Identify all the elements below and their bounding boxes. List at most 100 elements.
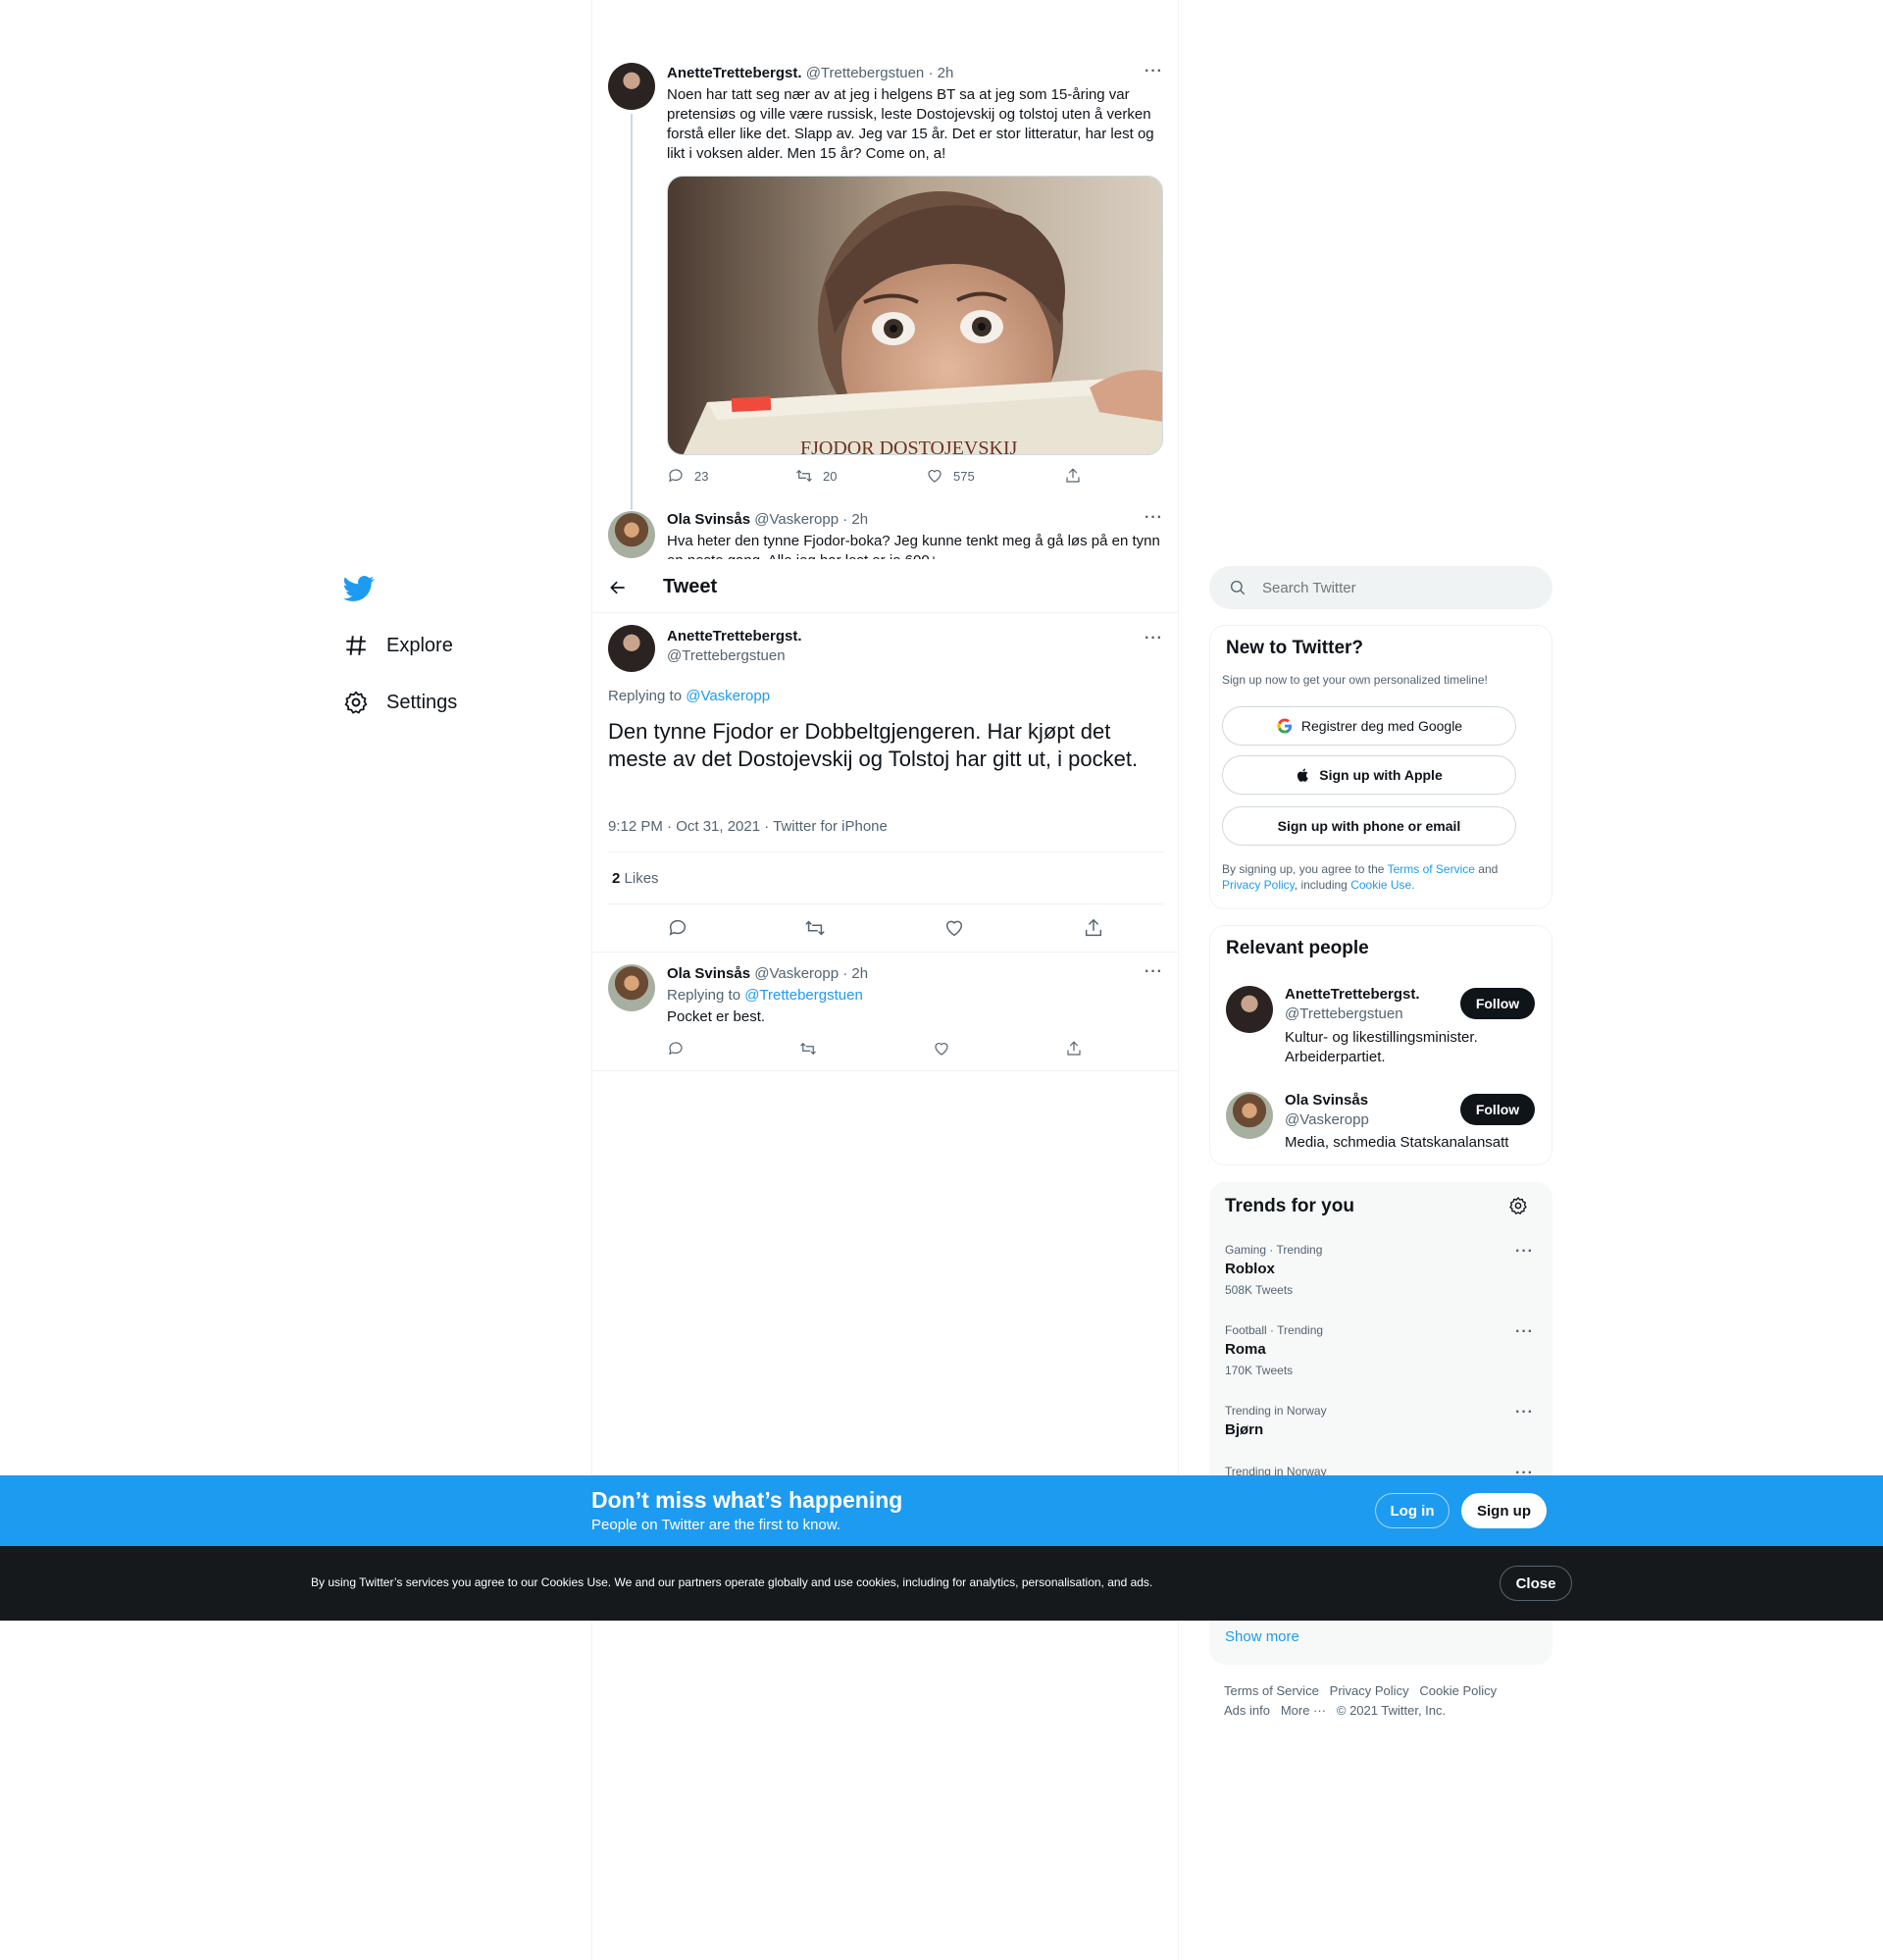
tweet-time[interactable]: · 2h bbox=[842, 511, 868, 528]
signup-button[interactable]: Sign up bbox=[1461, 1493, 1547, 1528]
share-icon[interactable] bbox=[1083, 917, 1104, 939]
author-handle[interactable]: @Trettebergstuen bbox=[667, 647, 786, 664]
twitter-logo-icon[interactable] bbox=[343, 573, 375, 604]
author-handle[interactable]: @Vaskeropp bbox=[754, 511, 839, 528]
avatar[interactable] bbox=[608, 63, 655, 110]
reply-action[interactable]: 23 bbox=[667, 467, 708, 485]
person-handle[interactable]: @Vaskeropp bbox=[1285, 1111, 1369, 1128]
avatar[interactable] bbox=[608, 625, 655, 672]
trend-name[interactable]: Roblox bbox=[1225, 1261, 1275, 1277]
retweet-icon bbox=[796, 469, 812, 483]
gear-icon[interactable] bbox=[1508, 1196, 1528, 1215]
trend-meta: Football · Trending bbox=[1225, 1323, 1324, 1337]
footer-privacy-link[interactable]: Privacy Policy bbox=[1330, 1683, 1409, 1698]
avatar[interactable] bbox=[608, 511, 655, 558]
avatar[interactable] bbox=[1226, 986, 1273, 1033]
like-action[interactable]: 575 bbox=[926, 467, 975, 485]
apple-icon bbox=[1298, 768, 1308, 782]
footer-terms-link[interactable]: Terms of Service bbox=[1224, 1683, 1319, 1698]
banner-subtitle: People on Twitter are the first to know. bbox=[591, 1517, 841, 1533]
person-handle[interactable]: @Trettebergstuen bbox=[1285, 1006, 1403, 1022]
author-name[interactable]: Ola Svinsås bbox=[667, 511, 750, 528]
replying-to: Replying to @Trettebergstuen bbox=[667, 987, 863, 1004]
replying-to-link[interactable]: @Trettebergstuen bbox=[744, 987, 863, 1004]
show-more-link[interactable]: Show more bbox=[1225, 1628, 1299, 1645]
tweet-text: Noen har tatt seg nær av at jeg i helgen… bbox=[667, 86, 1154, 162]
login-button[interactable]: Log in bbox=[1375, 1493, 1450, 1528]
more-options-icon[interactable]: ··· bbox=[1145, 963, 1163, 981]
banner-title: Don’t miss what’s happening bbox=[591, 1487, 903, 1513]
person-name[interactable]: AnetteTrettebergst. bbox=[1285, 986, 1420, 1003]
trend-name[interactable]: Roma bbox=[1225, 1341, 1266, 1358]
search-bar[interactable] bbox=[1209, 566, 1552, 609]
more-options-icon[interactable]: ··· bbox=[1145, 63, 1163, 80]
heart-icon bbox=[928, 470, 942, 483]
nav-explore[interactable]: Explore bbox=[343, 633, 453, 658]
reply-icon[interactable] bbox=[667, 917, 688, 939]
tweet-time[interactable]: · 2h bbox=[928, 65, 953, 81]
more-options-icon[interactable]: ··· bbox=[1515, 1404, 1534, 1421]
more-options-icon[interactable]: ··· bbox=[1145, 630, 1163, 647]
follow-button[interactable]: Follow bbox=[1460, 1094, 1535, 1125]
author-handle[interactable]: @Vaskeropp bbox=[754, 965, 839, 982]
author-name[interactable]: AnetteTrettebergst. bbox=[667, 628, 802, 645]
replying-prefix: Replying to bbox=[608, 688, 683, 704]
person-name[interactable]: Ola Svinsås bbox=[1285, 1092, 1368, 1109]
google-signup-button[interactable]: Registrer deg med Google bbox=[1222, 706, 1516, 746]
gear-icon bbox=[344, 691, 368, 714]
close-button[interactable]: Close bbox=[1500, 1566, 1572, 1601]
tweet-text: Den tynne Fjodor er Dobbeltgjengeren. Ha… bbox=[608, 719, 1139, 771]
page-title: Tweet bbox=[663, 576, 718, 597]
share-action[interactable] bbox=[1064, 467, 1082, 485]
trend-count: 170K Tweets bbox=[1225, 1364, 1294, 1377]
likes-stat[interactable]: 2 Likes bbox=[612, 870, 659, 887]
cookie-link[interactable]: Cookie Use. bbox=[1350, 878, 1414, 892]
google-label: Registrer deg med Google bbox=[1300, 718, 1463, 734]
search-input[interactable] bbox=[1262, 579, 1517, 596]
trend-meta: Trending in Norway bbox=[1225, 1404, 1327, 1418]
retweet-icon[interactable] bbox=[804, 917, 826, 939]
divider bbox=[592, 1070, 1178, 1071]
tweet-time[interactable]: · 2h bbox=[842, 965, 868, 982]
privacy-link[interactable]: Privacy Policy bbox=[1222, 878, 1295, 892]
more-options-icon[interactable]: ··· bbox=[1145, 509, 1163, 527]
heart-icon[interactable] bbox=[933, 1040, 950, 1057]
tweet-text: Hva heter den tynne Fjodor-boka? Jeg kun… bbox=[667, 533, 1160, 559]
relevant-people-title: Relevant people bbox=[1226, 938, 1369, 958]
nav-settings[interactable]: Settings bbox=[343, 690, 457, 715]
author-name[interactable]: AnetteTrettebergst. bbox=[667, 65, 802, 81]
avatar[interactable] bbox=[608, 964, 655, 1011]
more-options-icon[interactable]: ··· bbox=[1515, 1243, 1534, 1261]
main-column-right-border bbox=[1178, 0, 1179, 1960]
phone-label: Sign up with phone or email bbox=[1277, 818, 1461, 834]
author-handle[interactable]: @Trettebergstuen bbox=[806, 65, 925, 81]
heart-icon[interactable] bbox=[943, 917, 965, 939]
share-icon[interactable] bbox=[1065, 1040, 1083, 1057]
footer-more-link[interactable]: More ··· bbox=[1281, 1703, 1326, 1718]
footer-copyright: © 2021 Twitter, Inc. bbox=[1336, 1703, 1447, 1718]
avatar[interactable] bbox=[1226, 1092, 1273, 1139]
cookie-text: By using Twitter’s services you agree to… bbox=[311, 1575, 1153, 1589]
reply-icon[interactable] bbox=[667, 1040, 685, 1057]
back-arrow-icon[interactable] bbox=[608, 578, 628, 597]
trend-name[interactable]: Bjørn bbox=[1225, 1421, 1263, 1438]
apple-signup-button[interactable]: Sign up with Apple bbox=[1222, 755, 1516, 795]
divider bbox=[592, 952, 1178, 953]
trends-title: Trends for you bbox=[1225, 1196, 1354, 1216]
footer-ads-link[interactable]: Ads info bbox=[1224, 1703, 1270, 1718]
retweet-action[interactable]: 20 bbox=[795, 467, 837, 485]
signup-subtitle: Sign up now to get your own personalized… bbox=[1222, 673, 1488, 687]
phone-signup-button[interactable]: Sign up with phone or email bbox=[1222, 806, 1516, 846]
more-options-icon[interactable]: ··· bbox=[1515, 1323, 1534, 1341]
retweet-icon[interactable] bbox=[799, 1040, 817, 1057]
replying-to: Replying to @Vaskeropp bbox=[608, 688, 770, 704]
footer-cookie-link[interactable]: Cookie Policy bbox=[1419, 1683, 1497, 1698]
person-bio: Kultur- og likestillingsminister. Arbeid… bbox=[1285, 1029, 1478, 1065]
divider bbox=[608, 903, 1164, 904]
replying-to-link[interactable]: @Vaskeropp bbox=[686, 688, 770, 704]
search-icon bbox=[1230, 580, 1246, 595]
follow-button[interactable]: Follow bbox=[1460, 988, 1535, 1019]
tweet-photo[interactable]: FJODOR DOSTOJEVSKIJ bbox=[667, 176, 1163, 455]
author-name[interactable]: Ola Svinsås bbox=[667, 965, 750, 982]
terms-link[interactable]: Terms of Service bbox=[1388, 862, 1475, 876]
